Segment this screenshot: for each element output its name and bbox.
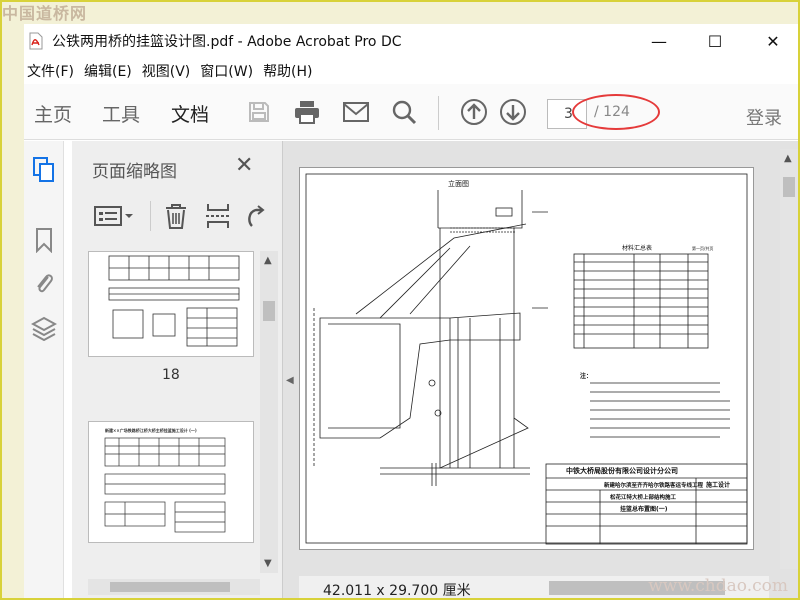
screenshot-border: [0, 0, 800, 600]
